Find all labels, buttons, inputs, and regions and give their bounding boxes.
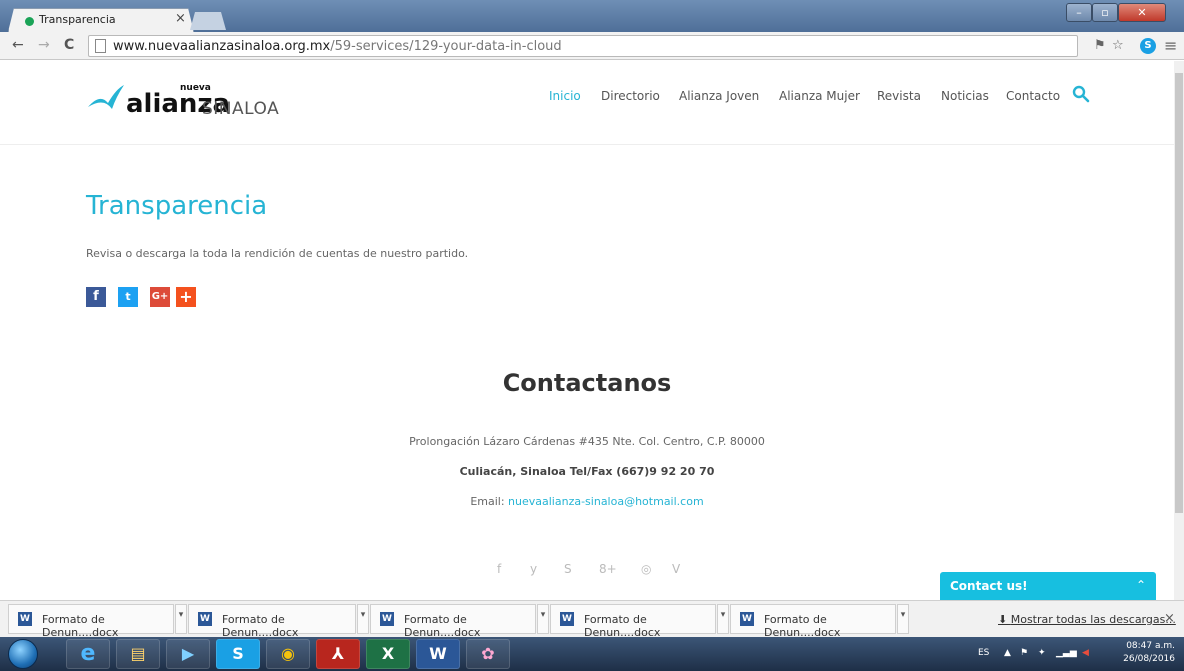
contact-address: Prolongación Lázaro Cárdenas #435 Nte. C… bbox=[409, 435, 765, 448]
paint-app-icon[interactable]: ✿ bbox=[466, 639, 510, 669]
footer-google-plus-icon[interactable]: 8+ bbox=[599, 562, 617, 576]
window-close-button[interactable]: ✕ bbox=[1118, 3, 1166, 22]
tab-favicon-icon bbox=[25, 17, 34, 26]
google-plus-icon[interactable]: G+ bbox=[150, 287, 170, 307]
tab-title: Transparencia bbox=[39, 13, 116, 26]
show-all-downloads-link[interactable]: ⬇ Mostrar todas las descargas... bbox=[998, 613, 1176, 626]
download-item[interactable]: W Formato de Denun....docx bbox=[8, 604, 174, 639]
footer-skype-icon[interactable]: S bbox=[564, 562, 572, 576]
page-intro: Revisa o descarga la toda la rendición d… bbox=[86, 247, 469, 260]
footer-facebook-icon[interactable]: f bbox=[497, 562, 501, 576]
download-menu-chevron-icon[interactable]: ▾ bbox=[897, 604, 909, 634]
facebook-icon[interactable]: f bbox=[86, 287, 106, 307]
download-menu-chevron-icon[interactable]: ▾ bbox=[717, 604, 729, 634]
contact-city-phone: Culiacán, Sinaloa Tel/Fax (667)9 92 20 7… bbox=[459, 465, 715, 478]
language-indicator[interactable]: ES bbox=[978, 648, 989, 658]
page-scrollbar[interactable] bbox=[1174, 61, 1184, 600]
window-maximize-button[interactable]: ▫ bbox=[1092, 3, 1118, 22]
word-document-icon: W bbox=[740, 612, 754, 626]
site-header: nueva alianza SINALOA Inicio Directorio … bbox=[0, 61, 1174, 145]
nav-contacto[interactable]: Contacto bbox=[1006, 89, 1060, 103]
network-signal-icon[interactable]: ▁▃▅ bbox=[1056, 648, 1077, 658]
clock-date: 26/08/2016 bbox=[1123, 654, 1175, 664]
skype-app-icon[interactable]: S bbox=[216, 639, 260, 669]
browser-tab[interactable]: Transparencia × bbox=[8, 8, 194, 32]
download-filename: Formato de Denun....docx bbox=[404, 613, 481, 639]
page-icon bbox=[95, 39, 106, 53]
page-title: Transparencia bbox=[86, 191, 268, 221]
word-app-icon[interactable]: W bbox=[416, 639, 460, 669]
start-button[interactable] bbox=[8, 639, 38, 669]
nav-revista[interactable]: Revista bbox=[877, 89, 921, 103]
scrollbar-thumb[interactable] bbox=[1175, 73, 1183, 513]
bookmark-star-icon[interactable]: ☆ bbox=[1112, 38, 1124, 53]
nav-inicio[interactable]: Inicio bbox=[549, 89, 581, 103]
download-filename: Formato de Denun....docx bbox=[222, 613, 299, 639]
download-menu-chevron-icon[interactable]: ▾ bbox=[357, 604, 369, 634]
menu-icon[interactable]: ≡ bbox=[1164, 36, 1177, 55]
forward-arrow-icon[interactable]: → bbox=[38, 37, 50, 53]
downloads-close-icon[interactable]: × bbox=[1164, 611, 1175, 626]
contact-heading: Contactanos bbox=[502, 369, 672, 397]
new-tab-button[interactable] bbox=[190, 12, 226, 30]
share-plus-icon[interactable]: + bbox=[176, 287, 196, 307]
tray-app-icon[interactable]: ✦ bbox=[1038, 648, 1046, 658]
search-icon[interactable] bbox=[1072, 85, 1090, 103]
action-center-flag-icon[interactable]: ⚑ bbox=[1020, 648, 1028, 658]
chevron-up-icon[interactable]: ⌃ bbox=[1136, 578, 1146, 592]
nav-alianza-joven[interactable]: Alianza Joven bbox=[679, 89, 759, 103]
contact-email-line: Email: nuevaalianza-sinaloa@hotmail.com bbox=[470, 495, 704, 508]
excel-app-icon[interactable]: X bbox=[366, 639, 410, 669]
footer-instagram-icon[interactable]: ◎ bbox=[641, 562, 651, 576]
clock-time: 08:47 a.m. bbox=[1126, 641, 1175, 651]
download-item[interactable]: W Formato de Denun....docx bbox=[730, 604, 896, 639]
footer-twitter-icon[interactable]: y bbox=[530, 562, 537, 576]
tab-close-icon[interactable]: × bbox=[175, 11, 186, 26]
email-link[interactable]: nuevaalianza-sinaloa@hotmail.com bbox=[508, 495, 704, 508]
word-document-icon: W bbox=[18, 612, 32, 626]
url-input[interactable]: www.nuevaalianzasinaloa.org.mx/59-servic… bbox=[88, 35, 1078, 57]
word-document-icon: W bbox=[380, 612, 394, 626]
download-filename: Formato de Denun....docx bbox=[584, 613, 661, 639]
reload-icon[interactable]: C bbox=[64, 37, 74, 53]
contact-us-widget[interactable]: Contact us! ⌃ bbox=[940, 572, 1156, 600]
logo-swoosh-icon bbox=[88, 85, 124, 109]
contact-us-label: Contact us! bbox=[950, 579, 1028, 593]
download-filename: Formato de Denun....docx bbox=[764, 613, 841, 639]
tray-expand-icon[interactable]: ▲ bbox=[1004, 648, 1011, 658]
file-explorer-icon[interactable]: ▤ bbox=[116, 639, 160, 669]
downloads-bar: W Formato de Denun....docx ▾ W Formato d… bbox=[0, 600, 1184, 639]
chrome-app-icon[interactable]: ◉ bbox=[266, 639, 310, 669]
download-item[interactable]: W Formato de Denun....docx bbox=[370, 604, 536, 639]
twitter-icon[interactable]: t bbox=[118, 287, 138, 307]
internet-explorer-icon[interactable]: e bbox=[66, 639, 110, 669]
download-arrow-icon: ⬇ bbox=[998, 613, 1011, 626]
window-minimize-button[interactable]: – bbox=[1066, 3, 1092, 22]
address-toolbar: ← → C www.nuevaalianzasinaloa.org.mx/59-… bbox=[0, 32, 1184, 60]
download-item[interactable]: W Formato de Denun....docx bbox=[188, 604, 356, 639]
download-menu-chevron-icon[interactable]: ▾ bbox=[175, 604, 187, 634]
word-document-icon: W bbox=[560, 612, 574, 626]
footer-vimeo-icon[interactable]: V bbox=[672, 562, 680, 576]
taskbar-clock[interactable]: 08:47 a.m. 26/08/2016 bbox=[1115, 640, 1175, 666]
acrobat-app-icon[interactable]: ⅄ bbox=[316, 639, 360, 669]
download-menu-chevron-icon[interactable]: ▾ bbox=[537, 604, 549, 634]
word-document-icon: W bbox=[198, 612, 212, 626]
skype-extension-icon[interactable]: S bbox=[1140, 38, 1156, 54]
page-viewport: nueva alianza SINALOA Inicio Directorio … bbox=[0, 61, 1174, 600]
translate-icon[interactable]: ⚑ bbox=[1094, 38, 1106, 53]
logo-region-text: SINALOA bbox=[202, 99, 280, 119]
nav-directorio[interactable]: Directorio bbox=[601, 89, 660, 103]
download-filename: Formato de Denun....docx bbox=[42, 613, 119, 639]
nav-noticias[interactable]: Noticias bbox=[941, 89, 989, 103]
media-player-icon[interactable]: ▶ bbox=[166, 639, 210, 669]
download-item[interactable]: W Formato de Denun....docx bbox=[550, 604, 716, 639]
browser-titlebar: Transparencia × – ▫ ✕ bbox=[0, 0, 1184, 32]
url-text: www.nuevaalianzasinaloa.org.mx/59-servic… bbox=[113, 39, 562, 54]
volume-muted-icon[interactable]: ◀ bbox=[1082, 648, 1089, 658]
back-arrow-icon[interactable]: ← bbox=[12, 37, 24, 53]
windows-taskbar: e ▤ ▶ S ◉ ⅄ X W ✿ ES ▲ ⚑ ✦ ▁▃▅ ◀ 08:47 a… bbox=[0, 637, 1184, 671]
nav-alianza-mujer[interactable]: Alianza Mujer bbox=[779, 89, 860, 103]
